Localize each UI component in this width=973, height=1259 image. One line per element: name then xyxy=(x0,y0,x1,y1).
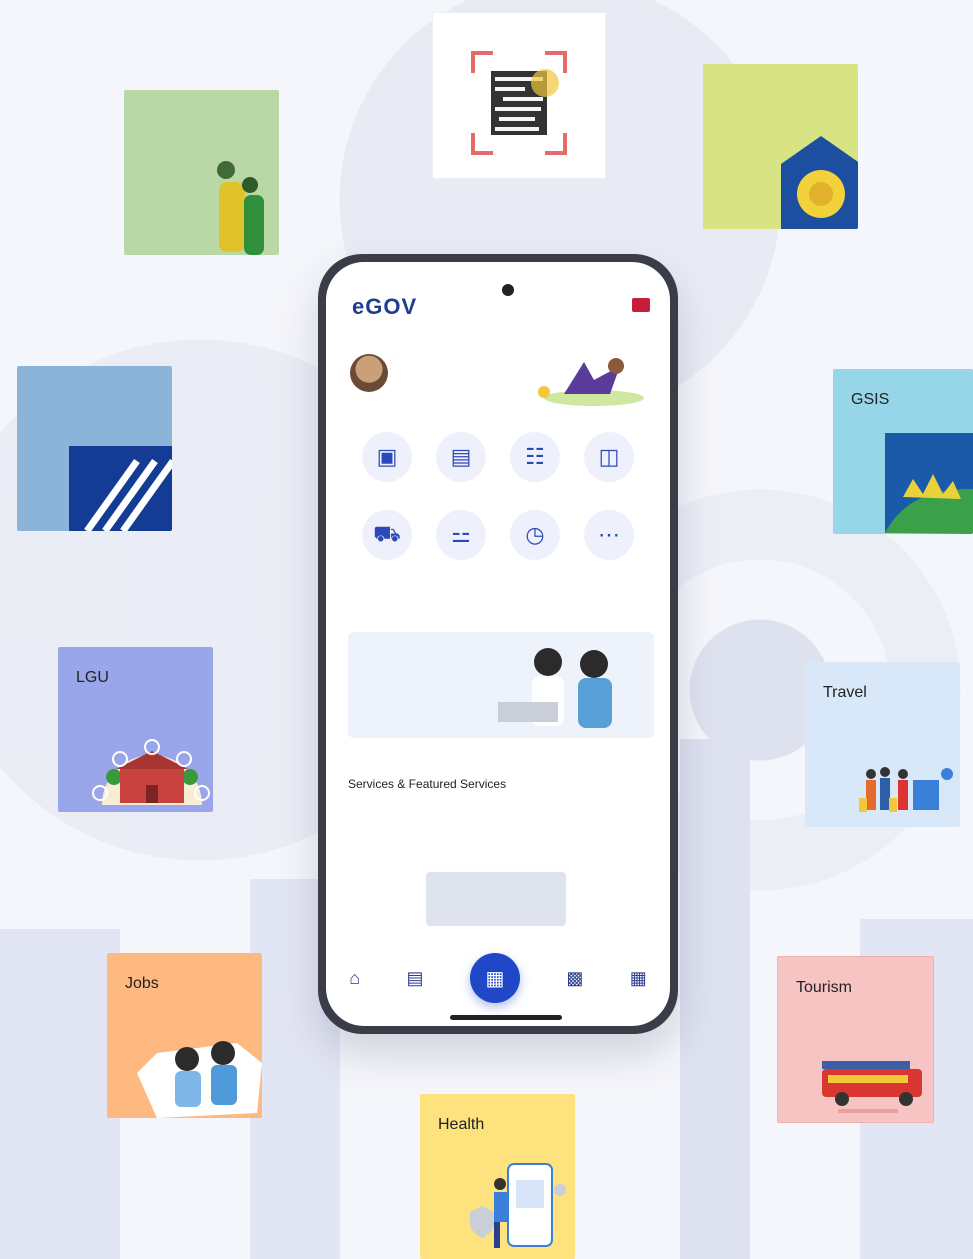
card-travel[interactable]: Travel xyxy=(805,662,960,827)
nav-jobs[interactable]: ▩ xyxy=(566,968,583,989)
jeepney-icon xyxy=(822,1061,922,1113)
bottom-nav: ⌂ ▤ ▦ ▩ ▦ xyxy=(326,948,670,1008)
nav-menu[interactable]: ▦ xyxy=(630,968,647,989)
service-item[interactable]: ☷ xyxy=(498,432,572,490)
people-figures-icon xyxy=(217,161,264,255)
service-item[interactable]: ▣ xyxy=(350,432,424,490)
service-item[interactable]: ⛟ xyxy=(350,510,424,568)
gsis-logo-icon xyxy=(885,433,973,534)
service-item[interactable]: ◫ xyxy=(572,432,646,490)
service-item[interactable]: ⋯ xyxy=(572,510,646,568)
card-sss[interactable] xyxy=(17,366,172,531)
flag-icon[interactable] xyxy=(632,298,650,312)
briefcase-icon: ▩ xyxy=(566,967,584,988)
card-health[interactable]: Health xyxy=(420,1094,575,1259)
service-item[interactable]: ⚍ xyxy=(424,510,498,568)
grid-icon: ▦ xyxy=(629,967,647,988)
card-lgu[interactable]: LGU xyxy=(58,647,213,812)
folder-icon: ▤ xyxy=(406,967,424,988)
eagle-illustration xyxy=(538,358,644,406)
featured-title: Services & Featured Services xyxy=(348,777,507,791)
promo-banner[interactable] xyxy=(348,632,654,738)
service-item[interactable]: ◷ xyxy=(498,510,572,568)
featured-building-image xyxy=(426,872,566,926)
service-grid: ▣ ▤ ☷ ◫ ⛟ ⚍ ◷ ⋯ xyxy=(350,432,646,568)
jobs-people-icon xyxy=(137,1041,262,1118)
banner-people-illustration xyxy=(498,648,612,728)
document-icon: ☷ xyxy=(510,432,560,482)
avatar[interactable] xyxy=(350,354,388,392)
featured-card[interactable] xyxy=(590,812,670,932)
chair-icon: ◫ xyxy=(584,432,634,482)
nav-files[interactable]: ▤ xyxy=(406,968,423,989)
nav-home[interactable]: ⌂ xyxy=(349,968,360,989)
pill-icon: ⚍ xyxy=(436,510,486,560)
card-gsis[interactable]: GSIS xyxy=(833,369,973,534)
car-icon: ⛟ xyxy=(362,510,412,560)
qr-code-icon xyxy=(471,51,567,155)
card-jobs[interactable]: Jobs xyxy=(107,953,262,1118)
building-icon: ▣ xyxy=(362,432,412,482)
card-qr[interactable] xyxy=(432,12,606,179)
travelers-icon xyxy=(859,767,953,812)
card-tourism[interactable]: Tourism xyxy=(777,956,934,1123)
house-badge-icon xyxy=(781,136,858,229)
card-pagibig[interactable] xyxy=(703,64,858,229)
skyline-building xyxy=(680,739,750,1259)
home-indicator xyxy=(450,1015,562,1020)
service-item[interactable]: ▤ xyxy=(424,432,498,490)
building-icon: ▤ xyxy=(436,432,486,482)
front-camera xyxy=(502,284,514,296)
home-icon: ⌂ xyxy=(349,967,361,988)
more-icon: ⋯ xyxy=(584,510,634,560)
health-app-icon xyxy=(470,1163,566,1248)
scan-icon: ▦ xyxy=(485,967,505,990)
app-logo: eGOV xyxy=(352,294,418,319)
skyline-building xyxy=(0,929,120,1259)
clock-icon: ◷ xyxy=(510,510,560,560)
scan-button[interactable]: ▦ xyxy=(469,953,520,1003)
phone-screen: eGOV ▣ ▤ ☷ ◫ ⛟ ⚍ ◷ ⋯ Services & Featured… xyxy=(326,262,670,1026)
stripes-logo-icon xyxy=(69,446,172,531)
city-hall-icon xyxy=(92,739,210,805)
phone-mockup: eGOV ▣ ▤ ☷ ◫ ⛟ ⚍ ◷ ⋯ Services & Featured… xyxy=(318,254,678,1034)
card-philhealth[interactable] xyxy=(124,90,279,255)
